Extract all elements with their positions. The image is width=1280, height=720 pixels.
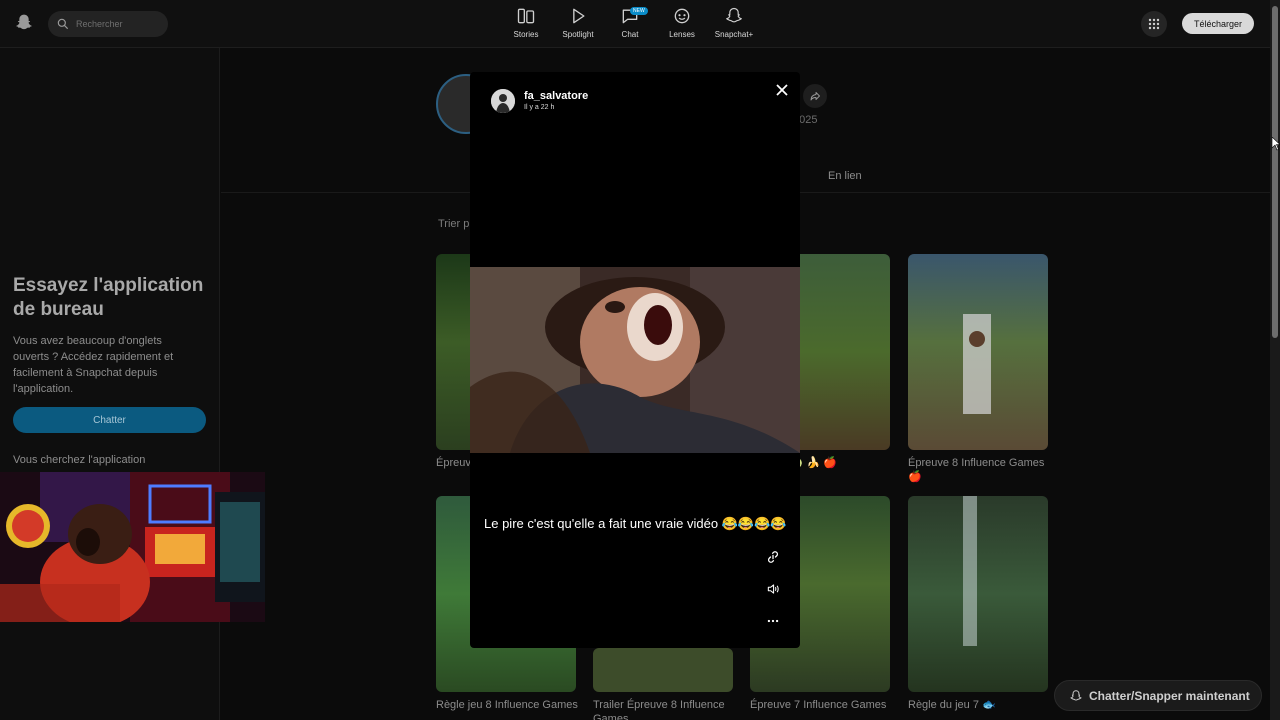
video-frame [470, 267, 800, 453]
mute-button[interactable] [763, 579, 783, 599]
chat-snap-now-button[interactable]: Chatter/Snapper maintenant [1054, 680, 1262, 711]
close-button[interactable] [772, 80, 792, 100]
search-input[interactable] [76, 19, 156, 29]
copy-link-button[interactable] [763, 547, 783, 567]
nav-spotlight[interactable]: Spotlight [552, 6, 604, 39]
nav-label: Spotlight [562, 30, 594, 39]
promo-more-text: Vous cherchez l'application [13, 454, 146, 466]
ghost-icon [1070, 689, 1082, 701]
tile-caption: Trailer Épreuve 8 Influence Games [593, 699, 725, 720]
tile-image [963, 496, 977, 646]
more-icon [767, 619, 779, 623]
search-icon [57, 18, 69, 30]
story-author-avatar[interactable] [491, 89, 515, 113]
tile-caption: Règle du jeu 7 🐟 [908, 699, 996, 711]
nav-label: Snapchat+ [714, 30, 754, 39]
avatar-image [491, 89, 515, 113]
snapchat-web-page: Stories Spotlight NEW Chat Lenses Snapch… [0, 0, 1280, 720]
lenses-icon [674, 8, 690, 24]
scrollbar-thumb[interactable] [1272, 6, 1278, 338]
download-button[interactable]: Télécharger [1182, 13, 1254, 34]
story-video[interactable] [470, 267, 800, 453]
main-nav: Stories Spotlight NEW Chat Lenses Snapch… [500, 6, 760, 39]
tile-caption: Règle jeu 8 Influence Games [436, 699, 578, 711]
grid-tile[interactable] [908, 496, 1048, 692]
nav-lenses[interactable]: Lenses [656, 6, 708, 39]
nav-label: Chat [621, 30, 639, 39]
nav-chat[interactable]: NEW Chat [604, 6, 656, 39]
sort-label[interactable]: Trier p [438, 218, 469, 230]
nav-snapchat-plus[interactable]: Snapchat+ [708, 6, 760, 39]
story-viewer-modal: fa_salvatore Il y a 22 h Le pire c'est q… [470, 72, 800, 648]
tile-caption: Épreuve 7 Influence Games [750, 699, 887, 711]
grid-tile[interactable] [908, 254, 1048, 450]
spotlight-icon [573, 8, 585, 24]
stories-icon [517, 8, 535, 24]
nav-label: Stories [513, 30, 539, 39]
nav-label: Lenses [669, 30, 695, 39]
link-icon [768, 551, 778, 563]
grid-tile[interactable] [593, 648, 733, 692]
chat-button[interactable]: Chatter [13, 407, 206, 433]
mouse-cursor-icon [1272, 137, 1280, 151]
promo-text: Vous avez beaucoup d'onglets ouverts ? A… [13, 335, 174, 395]
snapchat-ghost-icon[interactable] [14, 13, 34, 33]
nav-stories[interactable]: Stories [500, 6, 552, 39]
top-bar: Stories Spotlight NEW Chat Lenses Snapch… [0, 0, 1270, 48]
share-button[interactable] [803, 84, 827, 108]
search-bar[interactable] [48, 11, 168, 37]
tile-image [963, 314, 991, 414]
grid-icon [1148, 18, 1160, 30]
tile-caption: Épreuve 8 Influence Games 🍎 [908, 457, 1045, 483]
story-timestamp: Il y a 22 h [524, 104, 555, 111]
story-caption: Le pire c'est qu'elle a fait une vraie v… [484, 516, 787, 531]
chat-snap-now-label: Chatter/Snapper maintenant [1089, 688, 1250, 703]
promo-title: Essayez l'application de bureau [13, 275, 204, 320]
new-badge: NEW [630, 7, 648, 15]
apps-menu-button[interactable] [1141, 11, 1167, 37]
tab-related[interactable]: En lien [828, 170, 862, 182]
share-icon [810, 92, 820, 101]
close-icon [776, 84, 788, 96]
volume-icon [767, 584, 779, 594]
snapchat-plus-icon [725, 7, 743, 23]
story-username[interactable]: fa_salvatore [524, 90, 588, 102]
page-scrollbar[interactable] [1270, 0, 1280, 720]
more-options-button[interactable] [763, 611, 783, 631]
